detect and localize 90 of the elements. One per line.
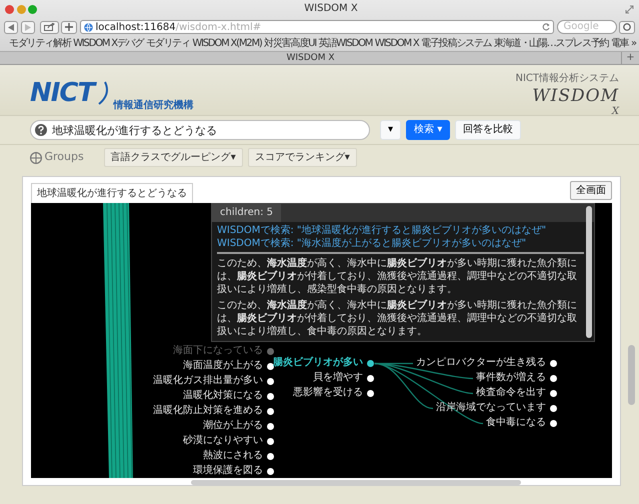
scrollbar[interactable] <box>586 206 592 338</box>
back-icon <box>8 24 14 30</box>
bookmark[interactable]: モダリティ <box>146 36 190 51</box>
node-dot[interactable] <box>267 408 274 414</box>
node-dot[interactable] <box>550 404 557 412</box>
fullscreen-icon[interactable] <box>625 4 634 14</box>
history-dropdown-button[interactable]: ▾ <box>380 120 402 140</box>
fullscreen-button[interactable]: 全画面 <box>570 181 612 200</box>
plus-icon <box>65 23 73 31</box>
dropdown-button[interactable]: スコアでランキング▾ <box>248 148 357 167</box>
forward-button[interactable] <box>20 20 34 34</box>
answer-paragraph: このため、海水温度が高く、海水中に腸炎ビブリオが多い時期に獲れた魚介類には、腸炎ビブリオが付着しており、漁獲後や流通過程、調理中などの不適切な取扱いにより増殖し、食中毒の原因となります。 <box>217 299 578 338</box>
node-dot[interactable] <box>267 378 274 384</box>
node-label[interactable]: 沿岸海域でなっています <box>436 402 546 414</box>
bookmark[interactable]: WISDOM Xデバグ <box>73 36 144 51</box>
node-label[interactable]: 悪影響を受ける <box>293 387 363 399</box>
popup-tab[interactable]: children: 5 <box>212 204 282 222</box>
org-logo: NICT <box>30 78 94 108</box>
globe-icon <box>84 22 92 32</box>
node-label[interactable]: 環境保護を図る <box>193 465 263 477</box>
bookmark[interactable]: 東海道・山陽…スプレス予約 <box>494 36 608 51</box>
node-dot[interactable] <box>267 422 274 430</box>
node-dot[interactable] <box>267 392 274 400</box>
address-field[interactable]: localhost:11684/wisdom-x.html# <box>80 20 554 34</box>
node-dot[interactable] <box>267 348 274 354</box>
bookmark[interactable]: WISDOM X <box>374 36 419 51</box>
product-logo: WISDOM <box>532 86 619 106</box>
system-label: NICT情報分析システム <box>515 72 619 86</box>
download-button[interactable] <box>619 20 635 34</box>
node-label[interactable]: カンピロバクターが生き残る <box>416 357 546 369</box>
bookmark[interactable]: WISDOM X(M2M) <box>192 36 262 51</box>
scrollbar[interactable] <box>628 345 635 405</box>
new-tab-button[interactable]: + <box>621 52 639 64</box>
share-icon <box>44 23 54 31</box>
node-dot[interactable] <box>267 452 274 460</box>
search-button[interactable]: 検索 ▾ <box>406 120 450 140</box>
node-label[interactable]: 検査命令を出す <box>476 387 546 399</box>
node-dot[interactable] <box>550 420 557 426</box>
dropdown-button[interactable]: 言語クラスでグルーピング▾ <box>104 148 243 167</box>
bookmark[interactable]: モダリティ解析 <box>9 36 71 51</box>
reload-icon[interactable] <box>542 23 550 31</box>
url-host: localhost:11684 <box>96 20 176 34</box>
bookmark[interactable]: 英語WISDOM <box>318 36 372 51</box>
globe-icon <box>30 152 42 164</box>
node-dot[interactable] <box>550 360 557 366</box>
bookmark[interactable]: 電子投稿システム <box>421 36 492 51</box>
node-label[interactable]: 海面温度が上がる <box>183 360 263 372</box>
node-dot[interactable] <box>367 374 374 382</box>
query-tab[interactable]: 地球温暖化が進行するとどうなる <box>31 182 193 202</box>
back-button[interactable] <box>4 20 18 34</box>
add-button[interactable] <box>61 20 77 34</box>
search-link[interactable]: WISDOMで検索: "地球温暖化が進行すると腸炎ビブリオが多いのはなぜ" <box>217 224 584 237</box>
node-dot[interactable] <box>267 468 274 474</box>
more-bookmarks-button[interactable]: » <box>631 36 636 51</box>
node-dot[interactable] <box>267 362 274 370</box>
bookmark[interactable]: 電車 <box>610 36 628 51</box>
node-label[interactable]: 事件数が増える <box>476 372 546 384</box>
answer-paragraph: このため、海水温度が高く、海水中に腸炎ビブリオが多い時期に獲れた魚介類には、腸炎ビブリオが付着しており、漁獲後や流通過程、調理中などの不適切な取扱いにより増殖し、感染型食中毒の原因となります。 <box>217 257 578 296</box>
share-button[interactable] <box>40 20 58 34</box>
product-suffix: X <box>612 106 619 117</box>
browser-tab[interactable]: WISDOM X <box>0 52 621 64</box>
node-dot[interactable] <box>267 438 274 444</box>
node-label[interactable]: 温暖化対策になる <box>183 390 263 402</box>
scrollbar[interactable] <box>191 480 521 484</box>
compare-button[interactable]: 回答を比較 <box>455 120 522 140</box>
node-label[interactable]: 砂漠になりやすい <box>183 435 263 447</box>
search-link[interactable]: WISDOMで検索: "海水温度が上がると腸炎ビブリオが多いのはなぜ" <box>217 237 584 250</box>
node-label[interactable]: 温暖化ガス排出量が多い <box>153 375 263 387</box>
forward-icon <box>24 24 30 30</box>
bookmark[interactable]: 対災害高度UI <box>264 36 316 51</box>
node-label[interactable]: 腸炎ビブリオが多い <box>273 357 363 369</box>
node-label[interactable]: 熱波にされる <box>203 450 263 462</box>
node-dot[interactable] <box>367 360 374 366</box>
swoosh-icon <box>96 80 111 106</box>
node-label[interactable]: 温暖化防止対策を進める <box>153 405 263 417</box>
help-icon <box>35 124 47 136</box>
window-title: WISDOM X <box>303 2 359 16</box>
node-label[interactable]: 海面下になっている <box>173 345 263 357</box>
url-path: /wisdom-x.html# <box>176 20 262 34</box>
circle-icon <box>623 23 631 31</box>
close-button[interactable] <box>5 4 14 14</box>
groups-label: Groups <box>44 149 84 166</box>
org-name: 情報通信研究機構 <box>113 98 194 112</box>
node-label[interactable]: 潮位が上がる <box>203 420 263 432</box>
node-label[interactable]: 貝を増やす <box>313 372 363 384</box>
node-dot[interactable] <box>550 390 557 396</box>
query-field[interactable]: 地球温暖化が進行するとどうなる <box>30 120 370 140</box>
node-dot[interactable] <box>367 390 374 396</box>
node-dot[interactable] <box>550 374 557 382</box>
node-label[interactable]: 食中毒になる <box>486 417 546 429</box>
